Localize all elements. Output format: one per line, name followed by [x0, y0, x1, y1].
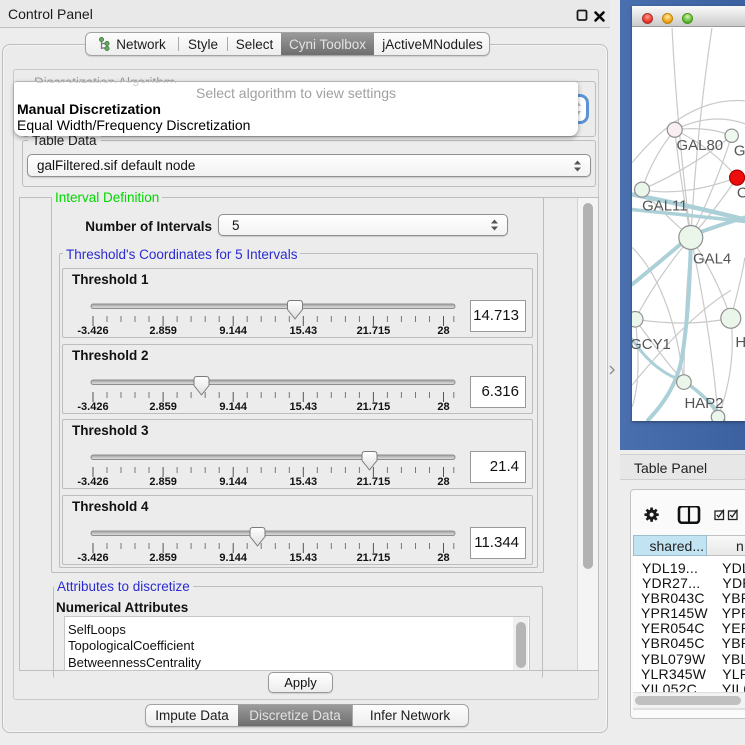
- svg-text:28: 28: [437, 325, 449, 337]
- svg-text:C: C: [737, 185, 745, 202]
- svg-text:H: H: [735, 334, 745, 351]
- svg-text:HAP2: HAP2: [685, 395, 724, 412]
- svg-text:9.144: 9.144: [219, 325, 247, 337]
- svg-text:GAL11: GAL11: [642, 198, 687, 215]
- svg-text:GAL80: GAL80: [677, 137, 724, 154]
- svg-text:GA: GA: [734, 143, 745, 160]
- svg-text:21.715: 21.715: [357, 325, 391, 337]
- svg-text:2.859: 2.859: [149, 325, 177, 337]
- svg-text:GAL4: GAL4: [693, 250, 731, 267]
- svg-text:-3.426: -3.426: [77, 325, 108, 337]
- svg-text:15.43: 15.43: [290, 325, 318, 337]
- svg-text:GCY1: GCY1: [632, 336, 671, 353]
